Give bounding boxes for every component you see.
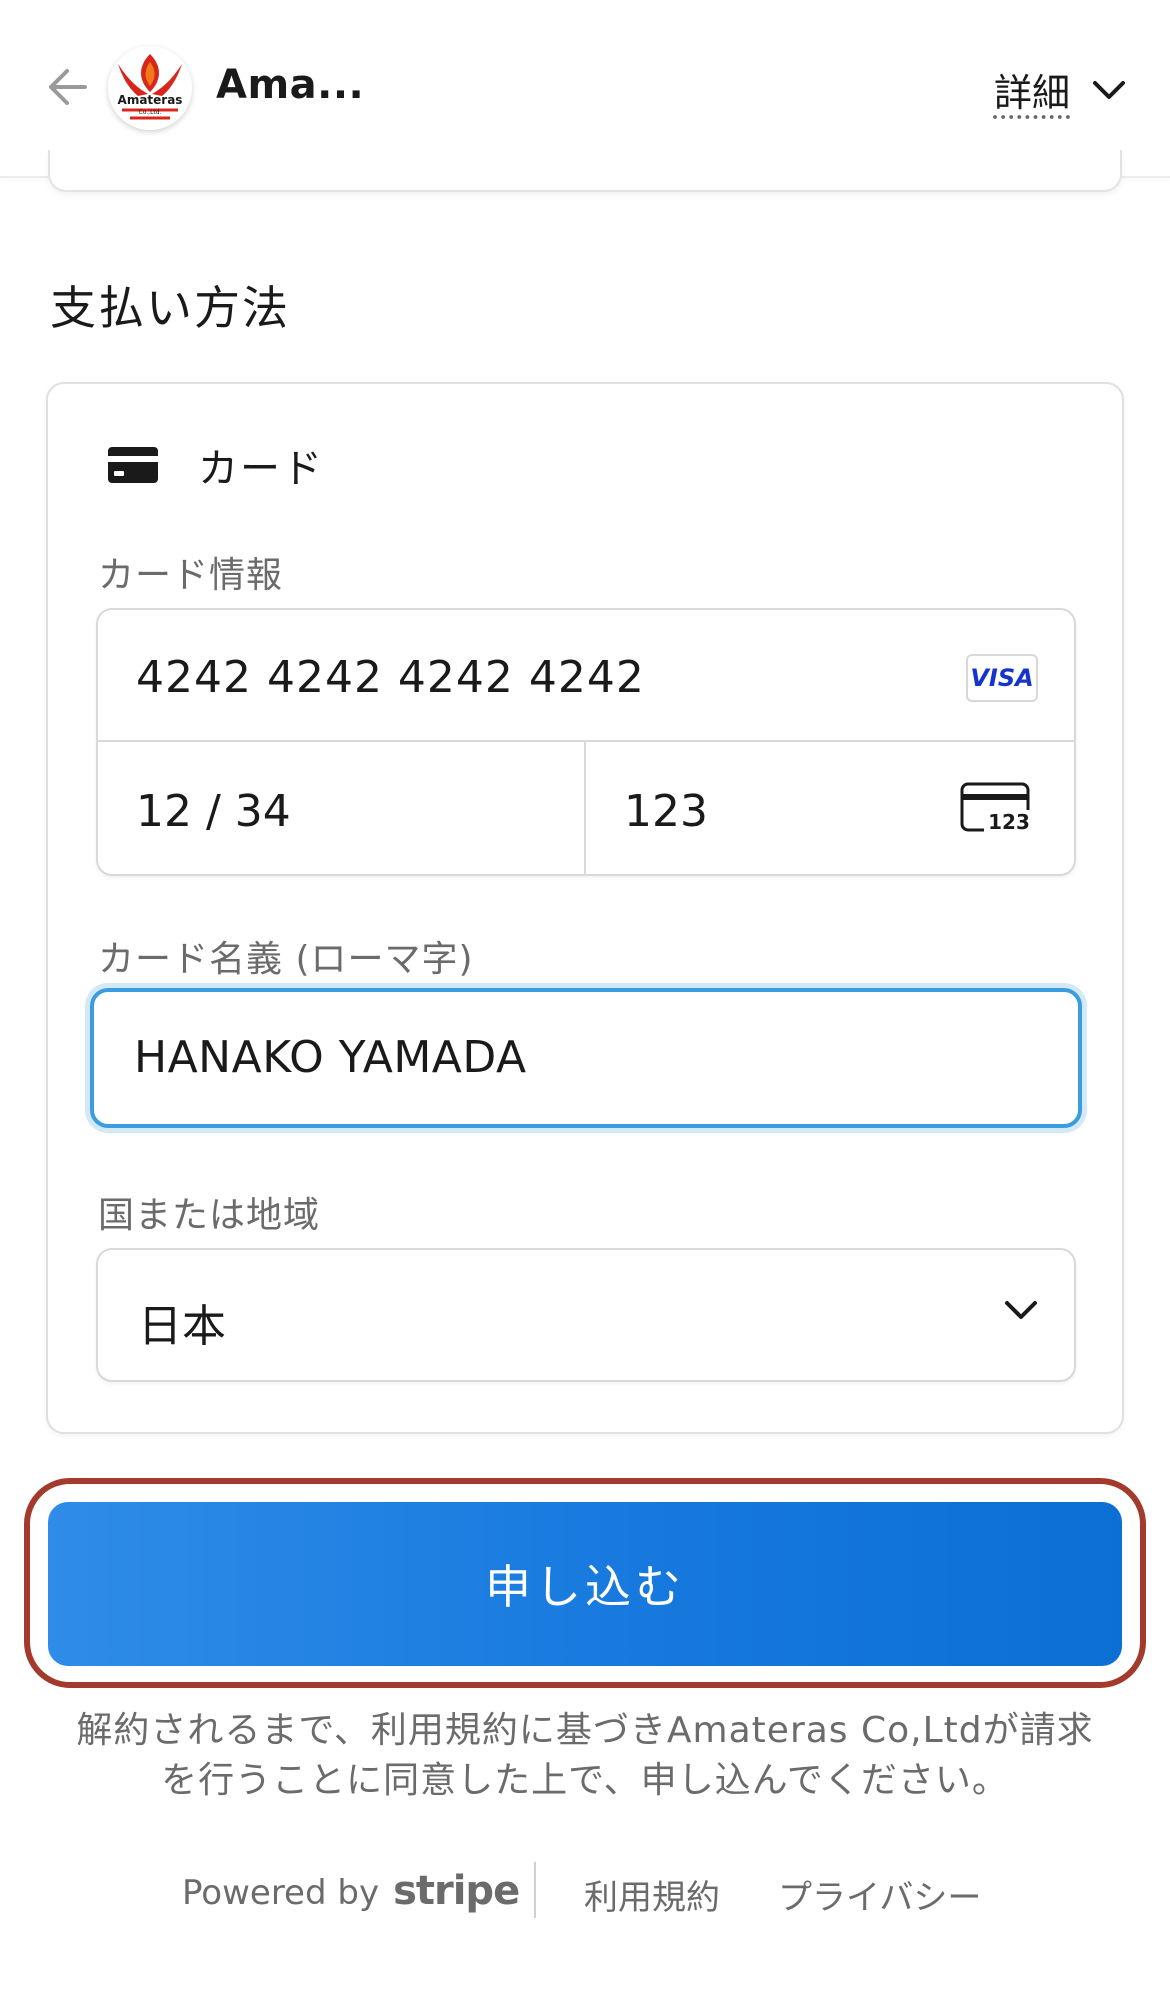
card-cvc-field[interactable]: 123 123 <box>586 742 1074 874</box>
footer-divider <box>534 1862 536 1918</box>
svg-text:Co.,Ltd.: Co.,Ltd. <box>139 109 162 116</box>
card-number-value: 4242 4242 4242 4242 <box>136 652 645 703</box>
card-info-group: 4242 4242 4242 4242 VISA 12 / 34 123 123 <box>96 608 1076 876</box>
card-cvc-icon: 123 <box>960 782 1034 834</box>
payment-method-box: カード カード情報 4242 4242 4242 4242 VISA 12 / … <box>46 382 1124 1434</box>
credit-card-icon <box>108 447 158 483</box>
chevron-down-icon <box>1093 80 1125 99</box>
cardholder-name-input[interactable]: HANAKO YAMADA <box>90 988 1082 1128</box>
svg-text:Amateras: Amateras <box>118 93 183 107</box>
amateras-logo-icon: Amateras Co.,Ltd. <box>118 54 183 120</box>
card-info-label: カード情報 <box>98 555 284 596</box>
details-toggle[interactable]: 詳細 <box>994 62 1126 117</box>
back-button[interactable] <box>38 58 96 116</box>
country-select[interactable]: 日本 <box>96 1248 1076 1382</box>
card-cvc-value: 123 <box>624 786 708 837</box>
arrow-left-icon <box>49 69 87 105</box>
footer: Powered by stripe 利用規約 プライバシー <box>0 1858 1170 1928</box>
card-number-field[interactable]: 4242 4242 4242 4242 VISA <box>98 610 1074 742</box>
cardholder-name-label: カード名義 (ローマ字) <box>98 939 474 980</box>
svg-text:123: 123 <box>988 810 1030 834</box>
merchant-logo: Amateras Co.,Ltd. <box>108 46 192 130</box>
checkout-page: Amateras Co.,Ltd. Ama... 詳細 支払い方法 カード カー… <box>0 0 1170 1992</box>
card-expiry-field[interactable]: 12 / 34 <box>98 742 586 874</box>
merchant-name: Ama... <box>216 62 365 108</box>
terms-link[interactable]: 利用規約 <box>584 1870 720 1919</box>
country-value: 日本 <box>138 1301 226 1352</box>
agreement-line-2: を行うことに同意した上で、申し込んでください。 <box>161 1760 1009 1801</box>
chevron-down-icon <box>1005 1301 1037 1319</box>
details-label: 詳細 <box>993 71 1070 115</box>
agreement-text: 解約されるまで、利用規約に基づきAmateras Co,Ltdが請求 を行うこと… <box>40 1706 1130 1806</box>
card-expiry-value: 12 / 34 <box>136 786 291 837</box>
agreement-line-1: 解約されるまで、利用規約に基づきAmateras Co,Ltdが請求 <box>76 1710 1094 1751</box>
powered-by-label: Powered by <box>182 1873 380 1913</box>
privacy-link[interactable]: プライバシー <box>778 1870 981 1919</box>
country-label: 国または地域 <box>98 1195 321 1236</box>
payment-method-title: 支払い方法 <box>50 281 290 335</box>
previous-section-edge <box>48 150 1122 192</box>
cardholder-name-value: HANAKO YAMADA <box>134 1032 527 1083</box>
payment-type-header: カード <box>108 436 324 494</box>
stripe-logo: stripe <box>393 1868 520 1914</box>
payment-type-label: カード <box>198 446 324 492</box>
powered-by-stripe[interactable]: Powered by stripe <box>182 1868 520 1914</box>
subscribe-button[interactable]: 申し込む <box>48 1502 1122 1666</box>
visa-icon: VISA <box>966 654 1038 702</box>
